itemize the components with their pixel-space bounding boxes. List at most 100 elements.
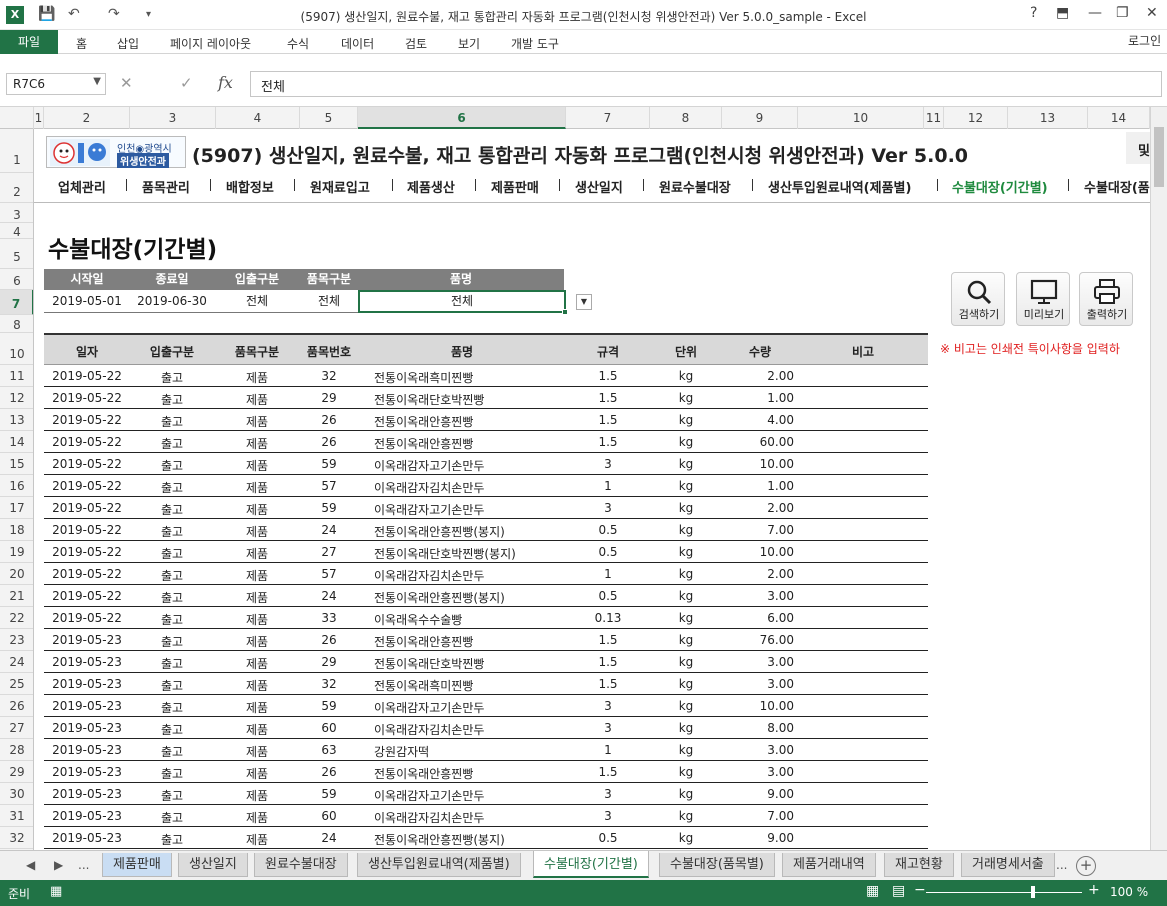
menu-item-production[interactable]: 제품생산 bbox=[407, 177, 455, 196]
tab-view[interactable]: 보기 bbox=[458, 35, 480, 52]
tab-page-layout[interactable]: 페이지 레이아웃 bbox=[170, 35, 251, 52]
cell-spec[interactable]: 1 bbox=[566, 567, 650, 581]
row-header[interactable]: 20 bbox=[0, 563, 33, 585]
cell-product-name[interactable]: 이옥래감자김치손만두 bbox=[374, 721, 566, 738]
row-header[interactable]: 16 bbox=[0, 475, 33, 497]
login-link[interactable]: 로그인 bbox=[1128, 32, 1161, 49]
table-row[interactable]: 2019-05-22 출고 제품 33 이옥래옥수수술빵 0.13 kg 6.00 bbox=[44, 607, 928, 629]
chevron-down-icon[interactable]: ▼ bbox=[93, 76, 101, 87]
cell-unit[interactable]: kg bbox=[650, 435, 722, 449]
menu-item-ledger-by-period[interactable]: 수불대장(기간별) bbox=[952, 177, 1048, 196]
cell-date[interactable]: 2019-05-23 bbox=[44, 699, 130, 713]
cell-spec[interactable]: 1.5 bbox=[566, 413, 650, 427]
cell-category[interactable]: 제품 bbox=[214, 831, 300, 848]
cell-unit[interactable]: kg bbox=[650, 765, 722, 779]
row-header[interactable]: 12 bbox=[0, 387, 33, 409]
formula-input[interactable]: 전체 bbox=[250, 71, 1162, 97]
cell-spec[interactable]: 3 bbox=[566, 699, 650, 713]
tab-more-left[interactable]: ... bbox=[78, 858, 89, 872]
cell-inout[interactable]: 출고 bbox=[130, 545, 214, 562]
cell-item-no[interactable]: 29 bbox=[300, 655, 358, 669]
cell-inout[interactable]: 출고 bbox=[130, 457, 214, 474]
cell-item-no[interactable]: 32 bbox=[300, 369, 358, 383]
ribbon-display-button[interactable]: ⬒ bbox=[1056, 5, 1069, 21]
cell-inout[interactable]: 출고 bbox=[130, 523, 214, 540]
cell-date[interactable]: 2019-05-22 bbox=[44, 479, 130, 493]
cell-quantity[interactable]: 9.00 bbox=[722, 831, 794, 845]
cell-item-no[interactable]: 29 bbox=[300, 391, 358, 405]
inout-field[interactable]: 전체 bbox=[214, 290, 300, 313]
cell-product-name[interactable]: 이옥래감자고기손만두 bbox=[374, 501, 566, 518]
zoom-in-button[interactable]: + bbox=[1088, 882, 1100, 898]
cell-product-name[interactable]: 강원감자떡 bbox=[374, 743, 566, 760]
cell-spec[interactable]: 3 bbox=[566, 501, 650, 515]
cell-quantity[interactable]: 7.00 bbox=[722, 523, 794, 537]
table-row[interactable]: 2019-05-23 출고 제품 32 전통이옥래흑미찐빵 1.5 kg 3.00 bbox=[44, 673, 928, 695]
cell-category[interactable]: 제품 bbox=[214, 677, 300, 694]
cell-item-no[interactable]: 59 bbox=[300, 457, 358, 471]
cell-inout[interactable]: 출고 bbox=[130, 787, 214, 804]
cell-inout[interactable]: 출고 bbox=[130, 369, 214, 386]
cell-unit[interactable]: kg bbox=[650, 787, 722, 801]
scrollbar-thumb[interactable] bbox=[1154, 127, 1164, 187]
close-button[interactable]: ✕ bbox=[1146, 5, 1158, 21]
zoom-slider-knob[interactable] bbox=[1031, 886, 1035, 898]
cell-category[interactable]: 제품 bbox=[214, 743, 300, 760]
cell-inout[interactable]: 출고 bbox=[130, 611, 214, 628]
cell-date[interactable]: 2019-05-22 bbox=[44, 413, 130, 427]
cell-unit[interactable]: kg bbox=[650, 567, 722, 581]
cell-spec[interactable]: 1 bbox=[566, 479, 650, 493]
cell-category[interactable]: 제품 bbox=[214, 545, 300, 562]
table-row[interactable]: 2019-05-22 출고 제품 26 전통이옥래안흥찐빵 1.5 kg 4.00 bbox=[44, 409, 928, 431]
add-sheet-button[interactable]: + bbox=[1076, 856, 1096, 876]
normal-view-icon[interactable]: ▦ bbox=[866, 883, 879, 899]
cell-category[interactable]: 제품 bbox=[214, 369, 300, 386]
cell-date[interactable]: 2019-05-23 bbox=[44, 655, 130, 669]
cell-quantity[interactable]: 1.00 bbox=[722, 479, 794, 493]
worksheet[interactable]: 인천◉광역시 위생안전과 (5907) 생산일지, 원료수불, 재고 통합관리 … bbox=[34, 129, 1150, 850]
sheet-tab-sales[interactable]: 제품판매 bbox=[102, 853, 172, 877]
cell-product-name[interactable]: 전통이옥래흑미찐빵 bbox=[374, 369, 566, 386]
insert-function-button[interactable]: fx bbox=[218, 73, 233, 92]
cell-product-name[interactable]: 이옥래옥수수술빵 bbox=[374, 611, 566, 628]
cell-category[interactable]: 제품 bbox=[214, 765, 300, 782]
cell-date[interactable]: 2019-05-23 bbox=[44, 721, 130, 735]
category-field[interactable]: 전체 bbox=[300, 290, 358, 313]
cell-product-name[interactable]: 전통이옥래안흥찐빵 bbox=[374, 633, 566, 650]
column-header[interactable]: 10 bbox=[798, 107, 924, 129]
cell-product-name[interactable]: 전통이옥래안흥찐빵 bbox=[374, 413, 566, 430]
table-row[interactable]: 2019-05-23 출고 제품 59 이옥래감자고기손만두 3 kg 9.00 bbox=[44, 783, 928, 805]
row-header[interactable]: 1 bbox=[0, 129, 33, 173]
menu-item-material-ledger[interactable]: 원료수불대장 bbox=[659, 177, 731, 196]
cell-category[interactable]: 제품 bbox=[214, 589, 300, 606]
cell-product-name[interactable]: 이옥래감자고기손만두 bbox=[374, 699, 566, 716]
cell-item-no[interactable]: 24 bbox=[300, 523, 358, 537]
cell-date[interactable]: 2019-05-22 bbox=[44, 567, 130, 581]
row-header[interactable]: 26 bbox=[0, 695, 33, 717]
menu-item-input-materials[interactable]: 생산투입원료내역(제품별) bbox=[768, 177, 911, 196]
column-header[interactable]: 9 bbox=[722, 107, 798, 129]
cell-unit[interactable]: kg bbox=[650, 699, 722, 713]
cell-quantity[interactable]: 3.00 bbox=[722, 589, 794, 603]
cell-quantity[interactable]: 6.00 bbox=[722, 611, 794, 625]
cell-item-no[interactable]: 26 bbox=[300, 435, 358, 449]
row-header[interactable]: 5 bbox=[0, 239, 33, 269]
table-row[interactable]: 2019-05-22 출고 제품 32 전통이옥래흑미찐빵 1.5 kg 2.00 bbox=[44, 365, 928, 387]
cell-item-no[interactable]: 27 bbox=[300, 545, 358, 559]
cell-item-no[interactable]: 26 bbox=[300, 413, 358, 427]
tab-more-right[interactable]: ... bbox=[1056, 858, 1067, 872]
cell-product-name[interactable]: 전통이옥래안흥찐빵 bbox=[374, 435, 566, 452]
cell-product-name[interactable]: 이옥래감자김치손만두 bbox=[374, 567, 566, 584]
cell-item-no[interactable]: 63 bbox=[300, 743, 358, 757]
table-row[interactable]: 2019-05-22 출고 제품 59 이옥래감자고기손만두 3 kg 2.00 bbox=[44, 497, 928, 519]
cell-product-name[interactable]: 이옥래감자고기손만두 bbox=[374, 457, 566, 474]
cell-unit[interactable]: kg bbox=[650, 391, 722, 405]
cell-quantity[interactable]: 60.00 bbox=[722, 435, 794, 449]
table-row[interactable]: 2019-05-23 출고 제품 60 이옥래감자김치손만두 3 kg 8.00 bbox=[44, 717, 928, 739]
tab-developer[interactable]: 개발 도구 bbox=[511, 35, 559, 52]
menu-item-company[interactable]: 업체관리 bbox=[58, 177, 106, 196]
column-header[interactable]: 12 bbox=[944, 107, 1008, 129]
cell-item-no[interactable]: 24 bbox=[300, 589, 358, 603]
cell-quantity[interactable]: 9.00 bbox=[722, 787, 794, 801]
preview-button[interactable]: 미리보기 bbox=[1016, 272, 1070, 326]
